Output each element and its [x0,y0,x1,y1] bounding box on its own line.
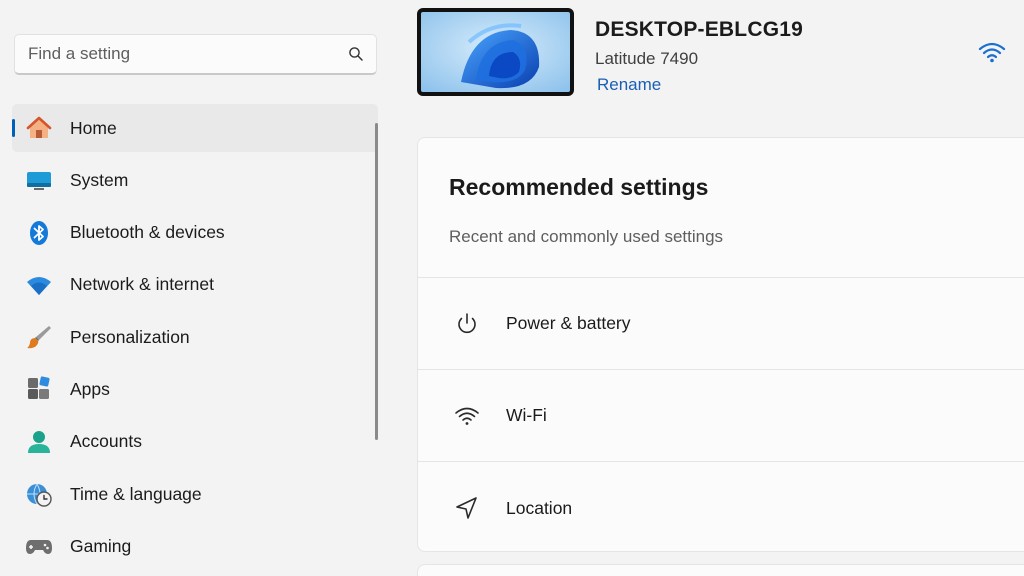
apps-icon [25,375,53,403]
sidebar-item-label: Apps [70,378,110,399]
sidebar-item-personalization[interactable]: Personalization [12,313,378,361]
system-icon [25,166,53,194]
wifi-status-icon[interactable] [977,40,1007,64]
sidebar-item-label: Bluetooth & devices [70,222,225,243]
bluetooth-icon [25,219,53,247]
wifi-icon [453,402,481,430]
recommended-item-wifi[interactable]: Wi-Fi [418,370,1024,462]
globe-clock-icon [25,480,53,508]
recommended-item-label: Wi-Fi [506,405,547,425]
device-wallpaper-thumbnail[interactable] [417,8,574,96]
sidebar-item-label: Accounts [70,431,142,452]
device-model: Latitude 7490 [595,49,699,68]
controller-icon [25,532,53,560]
sidebar-item-home[interactable]: Home [12,104,378,152]
account-icon [25,428,53,456]
sidebar-item-label: System [70,169,129,190]
wallpaper-image [421,12,570,92]
recommended-item-location[interactable]: Location [418,462,1024,551]
power-icon [453,310,481,338]
sidebar-item-apps[interactable]: Apps [12,365,378,413]
sidebar-item-time-language[interactable]: Time & language [12,470,378,518]
device-name: DESKTOP-EBLCG19 [595,18,803,41]
search-input[interactable] [28,44,348,64]
recommended-settings-card: Recommended settings Recent and commonly… [417,137,1024,552]
sidebar-item-accounts[interactable]: Accounts [12,418,378,466]
next-card [417,564,1024,576]
sidebar-item-network-internet[interactable]: Network & internet [12,261,378,309]
search-icon[interactable] [348,46,364,62]
sidebar-item-label: Home [70,117,117,138]
settings-window: Home System Bluetooth & devices [0,0,1024,576]
card-header: Recommended settings Recent and commonly… [418,138,1024,278]
recommended-item-power-battery[interactable]: Power & battery [418,278,1024,370]
card-title: Recommended settings [449,174,709,200]
sidebar-nav: Home System Bluetooth & devices Network … [12,104,378,575]
sidebar-item-gaming[interactable]: Gaming [12,522,378,570]
sidebar-item-label: Personalization [70,326,190,347]
search-box[interactable] [14,34,377,75]
sidebar-item-bluetooth-devices[interactable]: Bluetooth & devices [12,209,378,257]
sidebar-item-label: Network & internet [70,274,214,295]
recommended-item-label: Power & battery [506,313,631,333]
brush-icon [25,323,53,351]
sidebar-item-label: Time & language [70,483,202,504]
rename-link[interactable]: Rename [597,75,661,95]
sidebar-item-system[interactable]: System [12,156,378,204]
location-icon [453,494,481,522]
sidebar-item-label: Gaming [70,535,132,556]
wifi-icon [25,271,53,299]
recommended-item-label: Location [506,497,573,518]
card-subtitle: Recent and commonly used settings [449,227,724,246]
sidebar-scrollbar[interactable] [375,123,378,440]
home-icon [25,114,53,142]
